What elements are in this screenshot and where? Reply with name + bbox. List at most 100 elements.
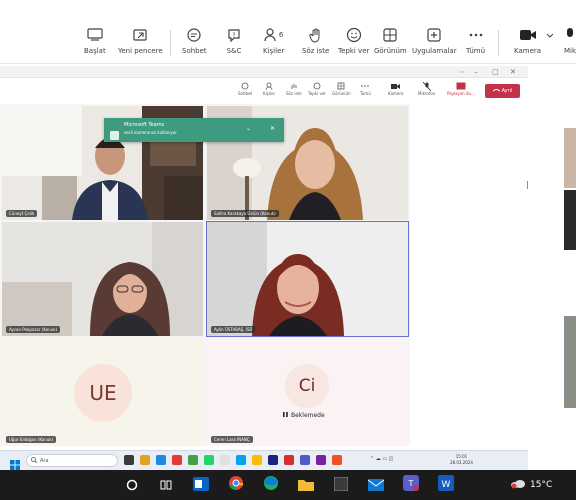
new-window-icon <box>132 26 148 44</box>
add-app-icon <box>426 26 442 44</box>
more-button[interactable]: Tümü <box>466 26 485 55</box>
close-icon[interactable]: ✕ <box>510 66 516 78</box>
teams-button[interactable]: T <box>401 475 421 495</box>
camera-in-use-toast: Microsoft Teams sesli kameranızı kullanı… <box>104 118 284 142</box>
mic-button[interactable]: Mik <box>564 26 576 55</box>
inner-react-label: Tepki ver <box>308 91 326 96</box>
side-video-thumb[interactable] <box>564 128 576 188</box>
qa-button[interactable]: ? S&C <box>226 26 242 55</box>
new-window-button[interactable]: Yeni pencere <box>118 26 163 55</box>
smile-icon <box>346 26 362 44</box>
temperature: 15°C <box>530 479 553 490</box>
app-button[interactable] <box>331 475 351 495</box>
chevron-down-icon[interactable]: ⌄ <box>246 125 251 132</box>
edge-button[interactable] <box>261 475 281 495</box>
word-button[interactable]: W <box>436 475 456 495</box>
raise-hand-button[interactable]: Söz iste <box>302 26 329 55</box>
inner-more-button[interactable]: Tümü <box>360 81 371 96</box>
side-video-thumb[interactable] <box>564 190 576 250</box>
app-icon[interactable] <box>188 455 198 465</box>
view-button[interactable]: Görünüm <box>374 26 407 55</box>
mic-icon <box>564 26 576 44</box>
leave-button[interactable]: Ayrıl <box>485 84 520 98</box>
people-icon: 6 <box>264 26 283 44</box>
close-icon[interactable]: ✕ <box>270 125 275 132</box>
inner-react-button[interactable]: Tepki ver <box>308 81 326 96</box>
side-video-thumb[interactable] <box>564 316 576 408</box>
people-button[interactable]: 6 Kişiler <box>263 26 284 55</box>
teams-icon[interactable] <box>300 455 310 465</box>
inner-window-titlebar: ⋯ – ▢ ✕ <box>0 66 528 78</box>
pause-icon <box>283 412 288 419</box>
grid-view-icon <box>337 81 345 91</box>
inner-camera-button[interactable]: Kamera <box>388 81 403 96</box>
status-text: Beklemede <box>291 412 325 419</box>
participant-tile[interactable]: Aycan Pekpazar (Konuk) <box>2 222 203 336</box>
chrome-icon[interactable] <box>252 455 262 465</box>
camera-options-button[interactable] <box>546 33 554 41</box>
explorer-icon[interactable] <box>140 455 150 465</box>
task-view-button[interactable] <box>156 475 176 495</box>
mail-button[interactable] <box>366 475 386 495</box>
maximize-icon[interactable]: ▢ <box>492 66 499 78</box>
chrome-button[interactable] <box>226 475 246 495</box>
edge-icon[interactable] <box>156 455 166 465</box>
taskbar: T W 15°C <box>0 470 576 500</box>
participant-tile-active[interactable]: Aylin ÜSTABAŞ, İSÜ <box>206 221 409 337</box>
app-icon[interactable] <box>220 455 230 465</box>
start-label: Başlat <box>84 47 106 55</box>
tray-icons[interactable]: ⌃ ☁ ▭ ◫ <box>370 456 393 462</box>
smile-icon <box>313 81 321 91</box>
mic-muted-icon <box>422 81 431 91</box>
app-icon[interactable] <box>172 455 182 465</box>
chevron-down-icon <box>546 33 554 41</box>
inner-view-button[interactable]: Görünüm <box>332 81 351 96</box>
avatar: Ci <box>285 364 329 408</box>
meeting-toolbar: Başlat Yeni pencere Sohbet ? S&C 6 Kişil… <box>0 20 576 64</box>
weather-widget[interactable]: 15°C <box>510 477 552 492</box>
pdf-icon[interactable] <box>284 455 294 465</box>
minimize-icon[interactable]: – <box>474 66 478 78</box>
circle-icon <box>126 476 138 495</box>
search-button[interactable] <box>122 475 142 495</box>
inner-mic-label: Mikrofon <box>418 91 436 96</box>
inner-chat-button[interactable]: Sohbet <box>238 81 252 96</box>
task-view-icon[interactable] <box>124 455 134 465</box>
inner-mic-button[interactable]: Mikrofon <box>418 81 435 96</box>
more-label: Tümü <box>466 47 486 55</box>
whatsapp-icon[interactable] <box>204 455 214 465</box>
toolbar-divider <box>170 30 171 56</box>
avatar: UE <box>74 364 132 422</box>
chat-button[interactable]: Sohbet <box>182 26 207 55</box>
app-icon[interactable] <box>316 455 326 465</box>
participant-name: Aylin ÜSTABAŞ, İSÜ <box>211 326 256 333</box>
remote-taskbar: Ara ⌃ ☁ ▭ ◫ 15:01 28.03.2024 <box>0 450 528 470</box>
camera-button[interactable]: Kamera <box>514 26 541 55</box>
mic-label: Mik <box>564 47 576 55</box>
react-button[interactable]: Tepki ver <box>338 26 369 55</box>
outlook-button[interactable] <box>191 475 211 495</box>
participant-tile[interactable]: Ci Beklemede Ceren Lara İNANÇ <box>207 338 408 446</box>
participant-grid: Cüneyt Çelik Saliha Karakaya Üstün (Konu… <box>0 104 410 446</box>
participant-name: Saliha Karakaya Üstün (Konuk) <box>211 210 279 217</box>
outlook-icon <box>193 476 209 495</box>
inner-raise-hand-button[interactable]: Söz iste <box>286 81 302 96</box>
chat-icon <box>186 26 202 44</box>
app-icon[interactable] <box>332 455 342 465</box>
view-label: Görünüm <box>374 47 407 55</box>
app-icon[interactable] <box>236 455 246 465</box>
mail-icon <box>367 476 385 495</box>
search-input[interactable]: Ara <box>26 454 118 467</box>
inner-share-button[interactable]: Paylaşım du... <box>447 81 475 96</box>
inner-people-button[interactable]: Kişiler <box>263 81 275 96</box>
inner-raise-hand-label: Söz iste <box>286 91 302 96</box>
app-icon[interactable] <box>268 455 278 465</box>
participant-tile[interactable]: UE Uğur Erdoğan (Konuk) <box>2 338 203 446</box>
edge-icon <box>263 475 279 495</box>
background-area: | <box>410 104 576 450</box>
apps-button[interactable]: Uygulamalar <box>412 26 457 55</box>
file-explorer-button[interactable] <box>296 475 316 495</box>
qa-label: S&C <box>226 47 242 55</box>
more-icon[interactable]: ⋯ <box>458 66 465 78</box>
start-button[interactable]: Başlat <box>84 26 106 55</box>
